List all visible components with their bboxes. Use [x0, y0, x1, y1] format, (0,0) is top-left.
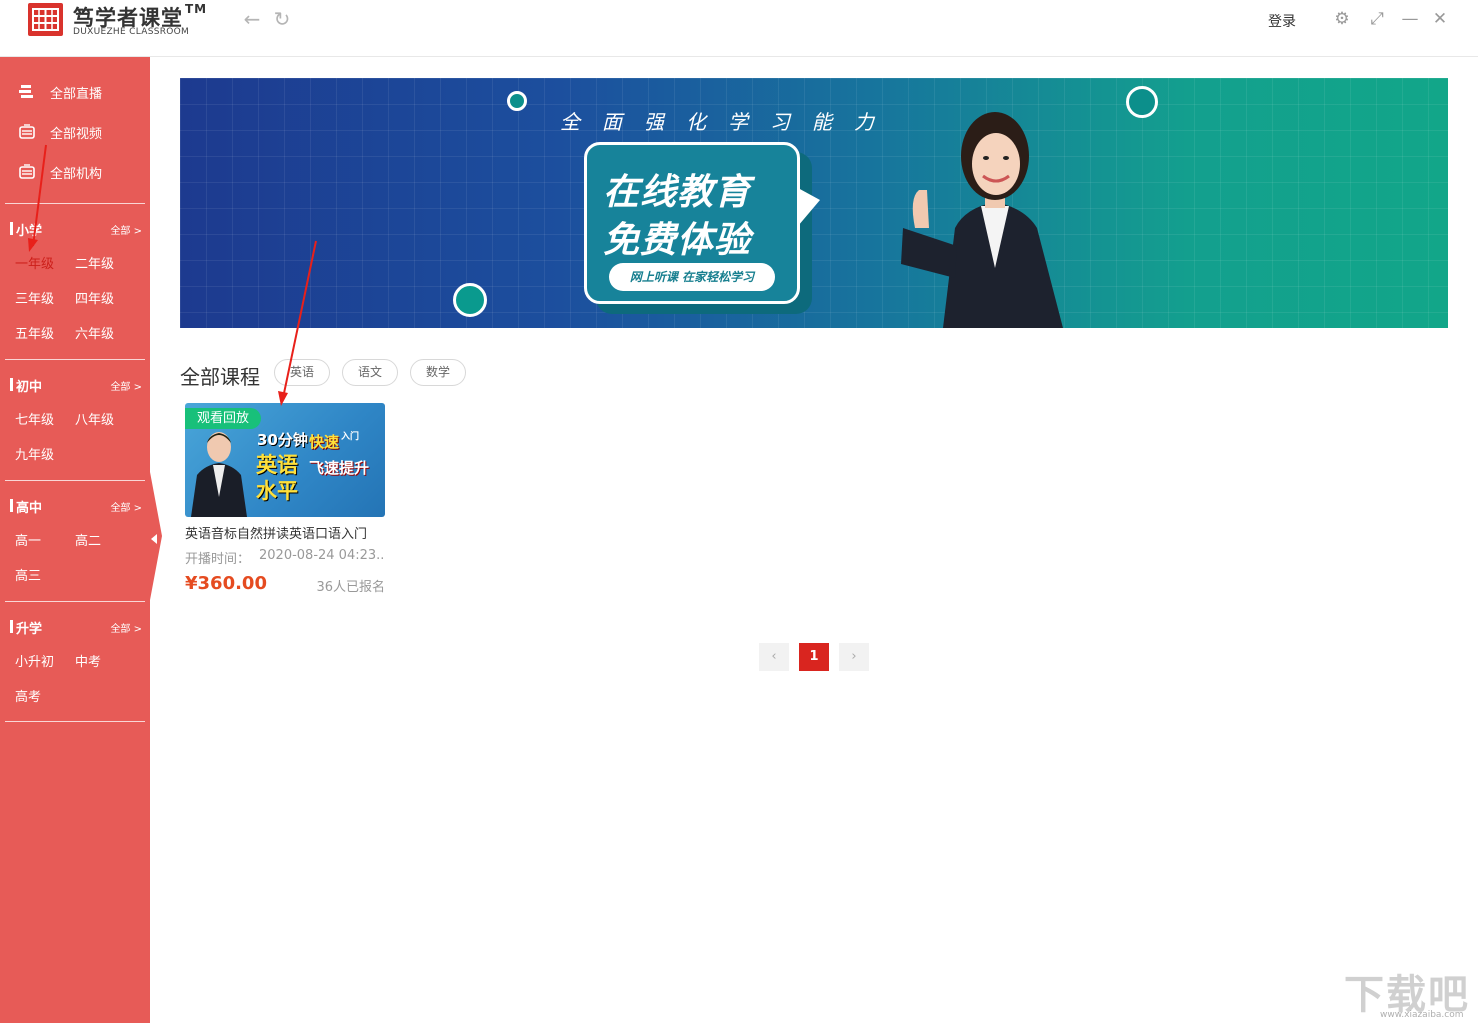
decor-ring: [453, 283, 487, 317]
course-time-label: 开播时间：: [185, 552, 251, 567]
banner-line-1: 在线教育: [603, 172, 752, 213]
video-icon: [18, 124, 36, 140]
sidebar-item-label: 全部机构: [50, 166, 103, 182]
grade-senior-1[interactable]: 高一: [15, 530, 41, 549]
group-junior: 初中 全部 >: [10, 376, 142, 395]
banner-slogan: 全面强化学习能力: [560, 110, 896, 134]
sidebar-divider: [5, 203, 145, 204]
promo-banner[interactable]: 全面强化学习能力 在线教育 免费体验 网上听课 在家轻松学习: [180, 78, 1448, 328]
teacher-photo: [901, 112, 1063, 328]
group-marker: [10, 222, 13, 235]
thumb-text-fast: 快速: [309, 433, 340, 451]
sidebar-divider: [5, 359, 145, 360]
page-next-button[interactable]: ›: [839, 643, 869, 671]
page-current[interactable]: 1: [799, 643, 829, 671]
decor-ring: [507, 91, 527, 111]
grade-7[interactable]: 七年级: [15, 409, 54, 428]
section-title: 全部课程: [180, 365, 260, 389]
grade-xiaoshengchu[interactable]: 小升初: [15, 651, 54, 670]
collapse-sidebar-icon[interactable]: [151, 534, 157, 544]
course-title[interactable]: 英语音标自然拼读英语口语入门: [185, 523, 385, 542]
group-marker: [10, 620, 13, 633]
grade-3[interactable]: 三年级: [15, 288, 54, 307]
sidebar-divider: [5, 721, 145, 722]
thumb-text-intro: 入门: [341, 432, 360, 442]
fullscreen-icon[interactable]: ⤢: [1366, 8, 1388, 30]
sidebar-item-all-live[interactable]: 全部直播: [18, 81, 102, 103]
course-thumbnail: 观看回放 30分钟 快速 入门 英语 水平 飞速提升: [185, 403, 385, 517]
group-admission: 升学 全部 >: [10, 618, 142, 637]
grade-2[interactable]: 二年级: [75, 253, 114, 272]
thumb-text-boost: 飞速提升: [309, 459, 370, 477]
thumb-text-30min: 30分钟: [257, 431, 308, 449]
group-all-link[interactable]: 全部 >: [110, 378, 142, 393]
group-title: 升学: [16, 622, 43, 637]
course-time: 2020-08-24 04:23...: [259, 548, 385, 563]
organization-icon: [18, 164, 36, 180]
course-enrolled: 36人已报名: [316, 580, 385, 595]
instructor-photo: [191, 432, 247, 517]
group-marker: [10, 499, 13, 512]
brand-tm: TM: [185, 2, 208, 16]
filter-english[interactable]: 英语: [274, 359, 330, 386]
sidebar: 全部直播 全部视频 全部机构 小学 全部 > 一年级 二年级 三年级 四年级 五…: [0, 57, 150, 1023]
sidebar-item-all-org[interactable]: 全部机构: [18, 161, 102, 183]
course-card[interactable]: 观看回放 30分钟 快速 入门 英语 水平 飞速提升 英语音标自然拼读英语口语入…: [185, 403, 385, 603]
title-bar: 笃学者课堂 TM DUXUEZHE CLASSROOM ← ↻ 登录 ⚙ ⤢ — …: [0, 0, 1478, 57]
close-icon[interactable]: ✕: [1429, 8, 1451, 30]
banner-board-tail: [798, 188, 820, 226]
group-title: 初中: [16, 380, 43, 395]
refresh-icon[interactable]: ↻: [271, 8, 293, 30]
page-prev-button[interactable]: ‹: [759, 643, 789, 671]
group-senior: 高中 全部 >: [10, 497, 142, 516]
filter-math[interactable]: 数学: [410, 359, 466, 386]
filter-chinese[interactable]: 语文: [342, 359, 398, 386]
settings-icon[interactable]: ⚙: [1331, 8, 1353, 30]
minimize-icon[interactable]: —: [1399, 8, 1421, 30]
grade-senior-3[interactable]: 高三: [15, 565, 41, 584]
group-title: 小学: [16, 224, 43, 239]
grade-4[interactable]: 四年级: [75, 288, 114, 307]
decor-ring: [1126, 86, 1158, 118]
back-icon[interactable]: ←: [241, 8, 263, 30]
group-all-link[interactable]: 全部 >: [110, 222, 142, 237]
grade-9[interactable]: 九年级: [15, 444, 54, 463]
grade-8[interactable]: 八年级: [75, 409, 114, 428]
banner-line-2: 免费体验: [603, 220, 752, 261]
group-primary: 小学 全部 >: [10, 220, 142, 239]
logo-icon: [28, 3, 63, 36]
login-button[interactable]: 登录: [1268, 11, 1296, 31]
group-title: 高中: [16, 501, 43, 516]
replay-badge: 观看回放: [185, 408, 262, 429]
watermark: 下载吧 www.xiazaiba.com: [1340, 962, 1478, 1022]
live-icon: [18, 84, 36, 100]
sidebar-item-label: 全部直播: [50, 86, 103, 102]
grade-gaokao[interactable]: 高考: [15, 686, 41, 705]
grade-6[interactable]: 六年级: [75, 323, 114, 342]
watermark-url: www.xiazaiba.com: [1380, 1010, 1464, 1020]
grade-senior-2[interactable]: 高二: [75, 530, 101, 549]
grade-1[interactable]: 一年级: [15, 253, 54, 272]
sidebar-divider: [5, 601, 145, 602]
brand-subtitle: DUXUEZHE CLASSROOM: [73, 27, 190, 37]
banner-board: 在线教育 免费体验 网上听课 在家轻松学习: [584, 142, 800, 304]
course-price: ¥360.00: [185, 573, 267, 594]
sidebar-item-label: 全部视频: [50, 126, 103, 142]
banner-pill: 网上听课 在家轻松学习: [609, 263, 775, 291]
group-all-link[interactable]: 全部 >: [110, 499, 142, 514]
sidebar-item-all-video[interactable]: 全部视频: [18, 121, 102, 143]
group-all-link[interactable]: 全部 >: [110, 620, 142, 635]
grade-5[interactable]: 五年级: [15, 323, 54, 342]
group-marker: [10, 378, 13, 391]
grade-zhongkao[interactable]: 中考: [75, 651, 101, 670]
sidebar-divider: [5, 480, 145, 481]
thumb-text-level: 水平: [256, 479, 298, 503]
